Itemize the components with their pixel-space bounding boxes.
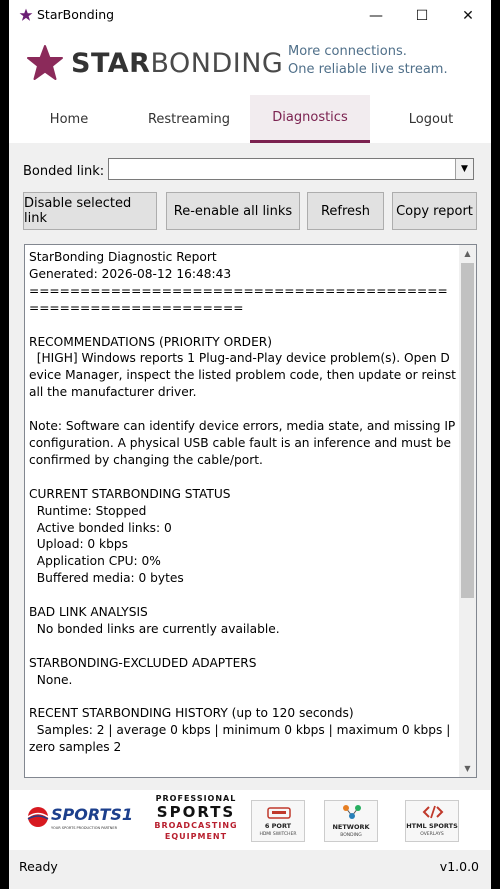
- tab-diagnostics[interactable]: Diagnostics: [250, 95, 370, 143]
- sports1-ball-icon: [27, 807, 49, 827]
- minimize-icon: —: [369, 7, 383, 24]
- diagnostic-report-text: StarBonding Diagnostic Report Generated:…: [29, 250, 456, 755]
- overlays-sub: OVERLAYS: [420, 832, 444, 837]
- status-bar: Ready v1.0.0: [9, 852, 491, 882]
- refresh-label: Refresh: [320, 203, 371, 219]
- network-sub: BONDING: [340, 833, 362, 838]
- refresh-button[interactable]: Refresh: [307, 192, 384, 230]
- status-text: Ready: [19, 859, 58, 874]
- network-nodes-icon: [343, 805, 361, 819]
- pro-line-4: EQUIPMENT: [164, 832, 228, 841]
- main-tabs: Home Restreaming Diagnostics Logout: [9, 95, 491, 143]
- html-overlays-badge: HTML SPORTS OVERLAYS: [405, 800, 459, 842]
- tab-logout[interactable]: Logout: [371, 95, 491, 143]
- pro-line-3: BROADCASTING: [154, 821, 238, 830]
- reenable-all-links-label: Re-enable all links: [173, 203, 293, 219]
- tab-home-label: Home: [49, 111, 89, 127]
- scrollbar-thumb[interactable]: [461, 263, 474, 598]
- sponsor-strip: SPORTS1 YOUR SPORTS PRODUCTION PARTNER P…: [9, 790, 491, 850]
- disable-selected-link-label: Disable selected link: [24, 196, 132, 226]
- brand-header: STARBONDING More connections. One reliab…: [9, 31, 491, 95]
- brand-name-light: BONDING: [150, 48, 284, 79]
- overlays-title: HTML SPORTS: [406, 822, 458, 830]
- brand-tagline: More connections. One reliable live stre…: [288, 43, 448, 79]
- pro-line-2: SPORTS: [156, 803, 236, 821]
- hdmi-sub: HDMI SWITCHER: [259, 832, 297, 837]
- copy-report-button[interactable]: Copy report: [392, 192, 477, 230]
- sports1-logo: SPORTS1 YOUR SPORTS PRODUCTION PARTNER: [27, 804, 137, 834]
- maximize-button[interactable]: ☐: [399, 0, 445, 31]
- disable-selected-link-button[interactable]: Disable selected link: [23, 192, 157, 230]
- pro-sports-logo: PROFESSIONAL SPORTS BROADCASTING EQUIPME…: [150, 794, 242, 850]
- network-bonding-badge: NETWORK BONDING: [324, 800, 378, 842]
- bonded-link-label: Bonded link:: [23, 164, 105, 179]
- maximize-icon: ☐: [415, 7, 429, 24]
- reenable-all-links-button[interactable]: Re-enable all links: [166, 192, 300, 230]
- tagline-line-2: One reliable live stream.: [288, 62, 448, 77]
- copy-report-label: Copy report: [396, 203, 473, 219]
- hdmi-switcher-badge: 6 PORT HDMI SWITCHER: [251, 800, 305, 842]
- scroll-up-icon[interactable]: ▲: [459, 245, 476, 262]
- star-app-icon: [19, 8, 33, 21]
- network-title: NETWORK: [332, 823, 370, 831]
- code-brackets-icon: [422, 805, 444, 819]
- sports1-sub: YOUR SPORTS PRODUCTION PARTNER: [51, 826, 118, 830]
- scroll-down-icon[interactable]: ▼: [459, 760, 476, 777]
- tab-restreaming[interactable]: Restreaming: [129, 95, 249, 143]
- tagline-line-1: More connections.: [288, 44, 407, 59]
- minimize-button[interactable]: —: [353, 0, 399, 31]
- app-window: StarBonding — ☐ ✕ STARBONDING More conne…: [9, 0, 491, 889]
- title-bar[interactable]: StarBonding — ☐ ✕: [9, 0, 491, 31]
- close-button[interactable]: ✕: [445, 0, 491, 31]
- chevron-down-icon[interactable]: ▼: [455, 159, 473, 179]
- tab-logout-label: Logout: [408, 111, 454, 127]
- sports1-name: SPORTS1: [51, 805, 134, 824]
- report-scrollbar[interactable]: ▲ ▼: [459, 245, 476, 777]
- tab-diagnostics-label: Diagnostics: [272, 110, 348, 125]
- tab-home[interactable]: Home: [9, 95, 129, 143]
- diagnostic-report-textbox[interactable]: StarBonding Diagnostic Report Generated:…: [24, 244, 477, 778]
- bonded-link-select[interactable]: ▼: [108, 158, 474, 180]
- brand-logo-text: STARBONDING: [71, 48, 283, 79]
- hdmi-port-icon: [267, 807, 291, 819]
- version-label: v1.0.0: [439, 859, 479, 874]
- starbonding-logo-star-icon: [27, 45, 63, 80]
- close-icon: ✕: [462, 7, 474, 24]
- brand-name-bold: STAR: [71, 48, 151, 79]
- hdmi-title: 6 PORT: [264, 822, 292, 830]
- tab-restreaming-label: Restreaming: [147, 111, 231, 127]
- window-title: StarBonding: [37, 7, 115, 22]
